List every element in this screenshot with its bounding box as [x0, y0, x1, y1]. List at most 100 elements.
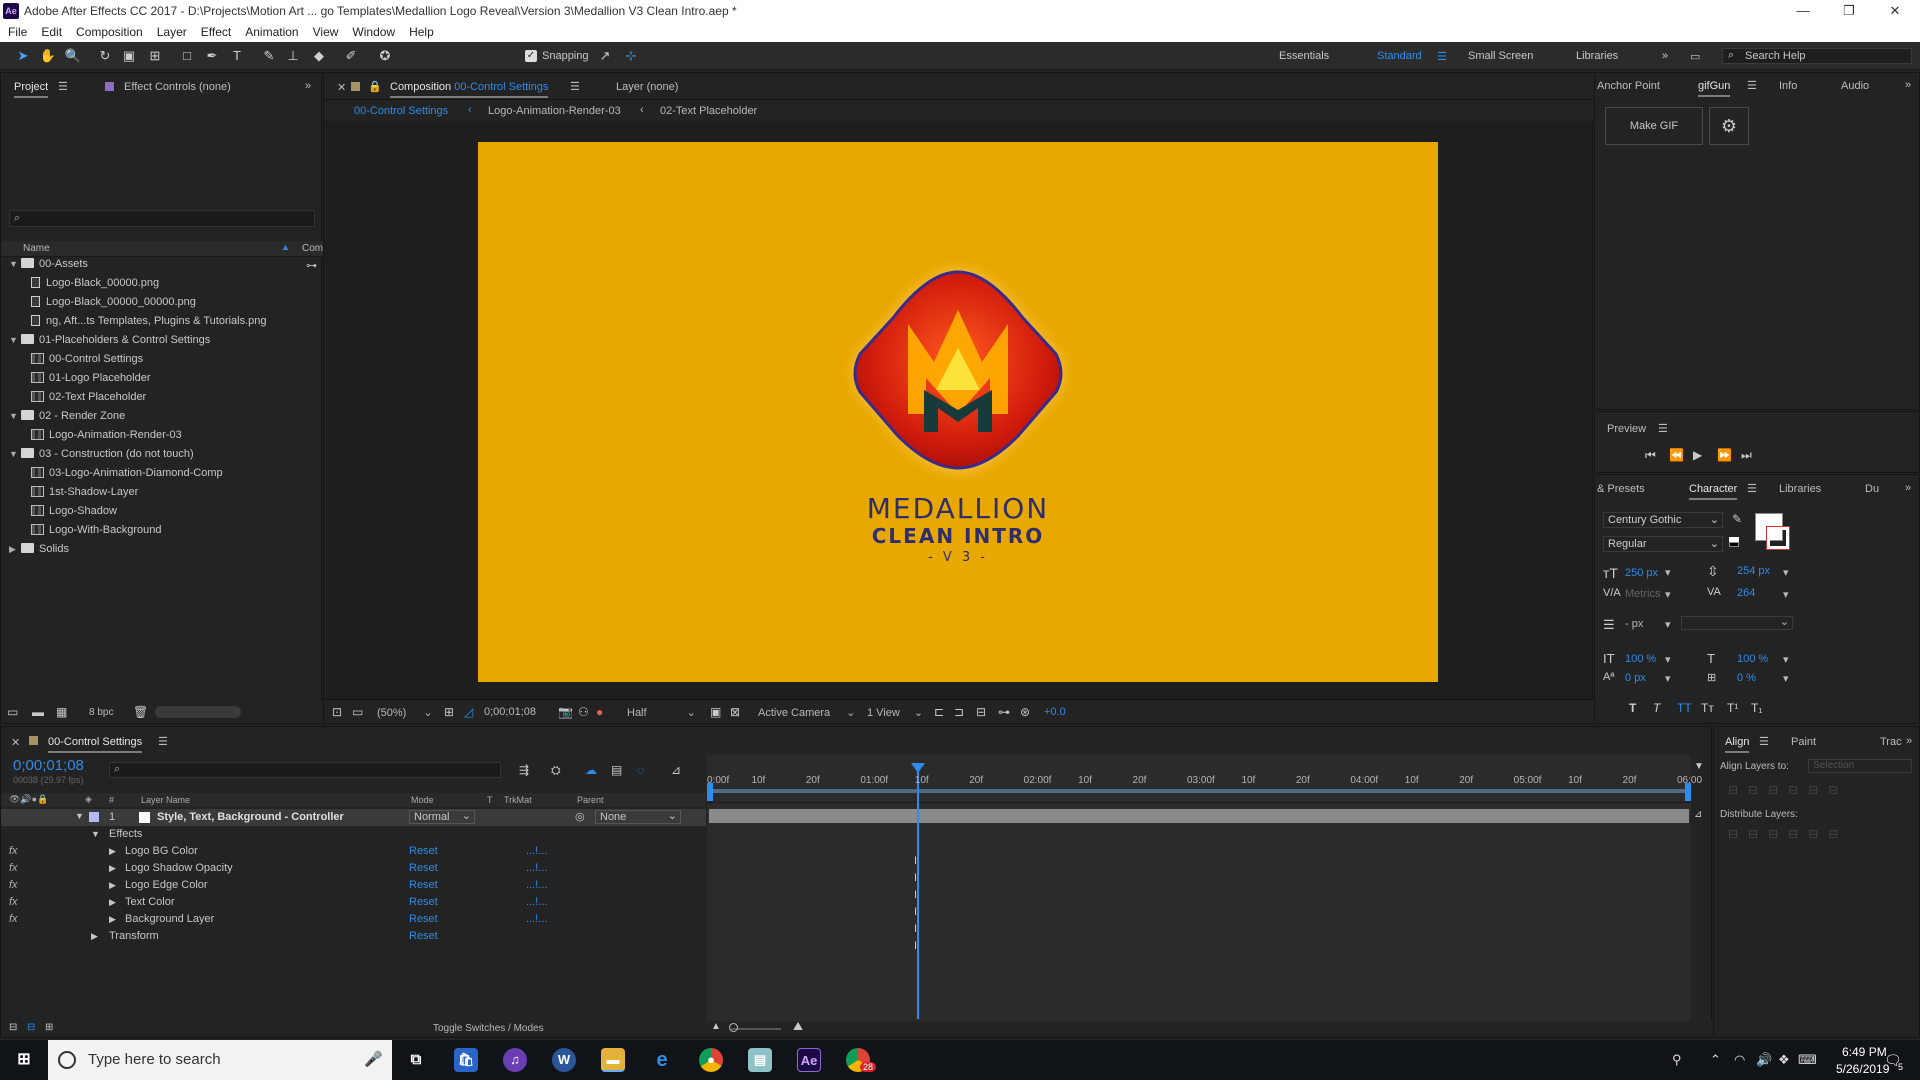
menu-view[interactable]: View: [305, 22, 345, 39]
camera-dropdown[interactable]: Active Camera ⌄: [758, 706, 855, 719]
project-folder[interactable]: ▼ 02 - Render Zone: [9, 410, 125, 429]
parent-dropdown[interactable]: None ⌄: [595, 810, 681, 824]
comp-timecode[interactable]: 0;00;01;08: [484, 706, 536, 718]
sync-settings-icon[interactable]: ▭: [1690, 50, 1700, 63]
maximize-button[interactable]: ❐: [1826, 0, 1872, 22]
effects-group-row[interactable]: ▼ Effects: [1, 827, 706, 844]
task-view-icon[interactable]: ⧉: [404, 1048, 428, 1072]
workspace-overflow-icon[interactable]: »: [1662, 50, 1668, 62]
font-size-value[interactable]: 250 px: [1625, 567, 1658, 579]
fx-toggle-icon[interactable]: fx: [9, 845, 18, 857]
tab-timeline-comp[interactable]: 00-Control Settings: [48, 736, 143, 753]
transparency-grid-icon[interactable]: ⊠: [730, 705, 740, 719]
blend-mode-dropdown[interactable]: Normal ⌄: [409, 810, 475, 824]
font-style-dropdown[interactable]: Regular ⌄: [1603, 536, 1723, 552]
panel-overflow-icon[interactable]: »: [1905, 482, 1911, 494]
file-explorer-icon[interactable]: ▬: [601, 1048, 625, 1072]
effect-reset-link[interactable]: Reset: [409, 845, 438, 857]
camera-tool-icon[interactable]: ▣: [120, 47, 138, 65]
taskbar-time[interactable]: 6:49 PM: [1842, 1045, 1887, 1059]
always-preview-icon[interactable]: ⊡: [332, 705, 342, 719]
project-folder[interactable]: ▼ 03 - Construction (do not touch): [9, 448, 194, 467]
layer-row[interactable]: ▼ 1 Style, Text, Background - Controller…: [1, 809, 706, 826]
column-name[interactable]: Name: [23, 243, 50, 254]
windows-start-icon[interactable]: ⊞: [12, 1048, 36, 1072]
trash-icon[interactable]: 🗑: [133, 705, 148, 719]
wifi-icon[interactable]: ◠: [1734, 1052, 1745, 1068]
rotate-tool-icon[interactable]: ↻: [96, 47, 114, 65]
dropbox-icon[interactable]: ❖: [1778, 1052, 1790, 1068]
tab-tracker[interactable]: Trac: [1880, 736, 1902, 748]
keyframe-marker[interactable]: I: [914, 923, 917, 935]
tab-anchor-point[interactable]: Anchor Point: [1597, 80, 1660, 92]
tab-libraries[interactable]: Libraries: [1779, 483, 1821, 495]
exposure-value[interactable]: +0.0: [1044, 706, 1066, 718]
effect-reset-link[interactable]: Reset: [409, 879, 438, 891]
store-icon[interactable]: 🛍: [454, 1048, 478, 1072]
expand-effect-icon[interactable]: ▶: [109, 846, 116, 857]
type-tool-icon[interactable]: T: [228, 47, 246, 65]
subscript-button[interactable]: T₁: [1751, 701, 1762, 715]
chevron-down-icon[interactable]: ▾: [1783, 588, 1789, 601]
stroke-width-value[interactable]: - px: [1625, 618, 1643, 630]
menu-effect[interactable]: Effect: [193, 22, 237, 39]
frame-blending-icon[interactable]: ▤: [611, 763, 622, 777]
graph-editor-icon[interactable]: ⊿: [671, 763, 681, 777]
kerning-value[interactable]: Metrics: [1625, 588, 1660, 600]
new-comp-icon[interactable]: ▦: [56, 705, 67, 719]
project-folder[interactable]: ▼ 01-Placeholders & Control Settings: [9, 334, 210, 353]
zoom-tool-icon[interactable]: 🔍: [64, 47, 82, 65]
timeline-search-input[interactable]: ⌕: [109, 762, 501, 778]
pickwhip-icon[interactable]: ◎: [575, 810, 585, 823]
notepad-icon[interactable]: ▤: [748, 1048, 772, 1072]
brush-tool-icon[interactable]: ✎: [260, 47, 278, 65]
all-caps-button[interactable]: TT: [1677, 701, 1692, 715]
toggle-pixel-aspect-icon[interactable]: ⊏: [934, 705, 944, 719]
effect-keyframe-nav[interactable]: ...!...: [526, 862, 547, 874]
color-channels-icon[interactable]: ●: [596, 705, 603, 719]
tab-composition[interactable]: Composition 00-Control Settings: [390, 81, 549, 98]
collapse-folder-icon[interactable]: ▼: [9, 335, 21, 345]
menu-window[interactable]: Window: [344, 22, 401, 39]
align-target-dropdown[interactable]: Selection: [1808, 759, 1912, 773]
show-hidden-icons-icon[interactable]: ⌃: [1710, 1052, 1721, 1068]
panel-overflow-icon[interactable]: »: [1906, 735, 1912, 747]
workspace-essentials[interactable]: Essentials: [1279, 50, 1329, 62]
distribute-buttons-row[interactable]: ⊟⊟⊟⊟⊟⊟: [1728, 827, 1910, 841]
play-icon[interactable]: ▶: [1693, 448, 1702, 462]
mask-visibility-icon[interactable]: ◿: [464, 705, 473, 719]
fx-toggle-icon[interactable]: fx: [9, 879, 18, 891]
project-panel-menu-icon[interactable]: ☰: [58, 80, 68, 93]
chevron-down-icon[interactable]: ▾: [1665, 566, 1671, 579]
tab-effect-controls[interactable]: Effect Controls (none): [124, 81, 231, 93]
project-search-input[interactable]: ⌕: [9, 210, 315, 227]
preview-menu-icon[interactable]: ☰: [1658, 422, 1668, 435]
hand-tool-icon[interactable]: ✋: [39, 47, 57, 65]
chevron-down-icon[interactable]: ▾: [1665, 588, 1671, 601]
time-zoom-handle[interactable]: [729, 1023, 738, 1032]
make-gif-button[interactable]: Make GIF: [1605, 107, 1703, 145]
tsume-value[interactable]: 0 %: [1737, 672, 1756, 684]
chevron-down-icon[interactable]: ▾: [1783, 672, 1789, 685]
keyframe-marker[interactable]: I: [914, 872, 917, 884]
tab-du[interactable]: Du: [1865, 483, 1879, 495]
effect-keyframe-nav[interactable]: ...!...: [526, 845, 547, 857]
project-thumbnail-slider[interactable]: [155, 706, 241, 718]
transform-row[interactable]: ▶ Transform Reset: [1, 929, 706, 946]
project-file-item[interactable]: Logo-Black_00000.png: [9, 277, 159, 296]
workspace-menu-icon[interactable]: ☰: [1437, 50, 1447, 63]
snap-features-icon[interactable]: ⊹: [622, 47, 640, 65]
display-icon[interactable]: ▭: [352, 705, 363, 719]
project-comp-item[interactable]: Logo-Animation-Render-03: [9, 429, 182, 448]
pan-behind-tool-icon[interactable]: ⊞: [146, 47, 164, 65]
people-icon[interactable]: ⚲: [1672, 1052, 1682, 1068]
baseline-shift-value[interactable]: 0 px: [1625, 672, 1646, 684]
timeline-timecode[interactable]: 0;00;01;08: [13, 757, 84, 774]
project-comp-item[interactable]: 01-Logo Placeholder: [9, 372, 151, 391]
menu-help[interactable]: Help: [401, 22, 440, 39]
menu-layer[interactable]: Layer: [149, 22, 193, 39]
layer-name[interactable]: Style, Text, Background - Controller: [157, 811, 344, 823]
transfer-controls-icon[interactable]: ⊟: [27, 1022, 35, 1033]
keyframe-marker[interactable]: I: [914, 906, 917, 918]
expand-effect-icon[interactable]: ▶: [109, 863, 116, 874]
